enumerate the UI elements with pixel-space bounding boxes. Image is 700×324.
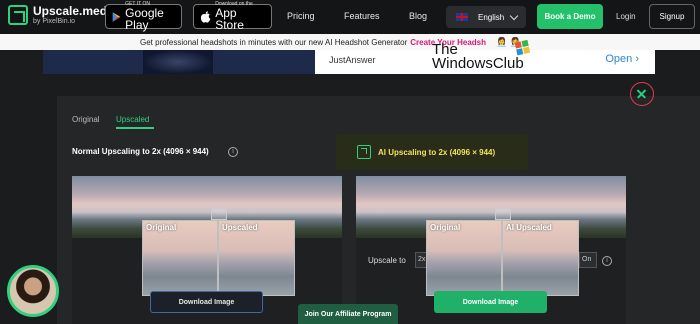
signup-button[interactable]: Signup (649, 4, 695, 29)
info-icon[interactable]: i (228, 147, 238, 157)
app-store-big: App Store (215, 6, 244, 32)
close-icon[interactable] (630, 82, 654, 106)
affiliate-program-button[interactable]: Join Our Affiliate Program (298, 304, 398, 324)
download-normal-button[interactable]: Download Image (150, 291, 263, 313)
enhance-toggle[interactable]: On (579, 252, 597, 268)
top-navbar: Upscale.media by PixelBin.io GET IT ON G… (0, 0, 700, 34)
tab-upscaled[interactable]: Upscaled (116, 115, 149, 124)
nav-blog[interactable]: Blog (409, 11, 427, 21)
login-link[interactable]: Login (616, 12, 636, 21)
compare-ai-upscaled-pane: AI Upscaled (502, 220, 579, 296)
nav-features[interactable]: Features (344, 11, 380, 21)
ad-open-button[interactable]: Open › (605, 53, 639, 65)
active-tab-indicator (116, 127, 154, 129)
compare-original-pane: Original (142, 220, 218, 296)
uk-flag-icon (456, 13, 468, 21)
upscale-logo-icon (8, 5, 28, 25)
ai-upscale-icon (357, 145, 371, 159)
google-play-big: Google Play (125, 6, 164, 32)
chevron-down-icon (509, 11, 519, 21)
compare-upscaled-label: Upscaled (222, 223, 258, 232)
compare-original-pane: Original (426, 220, 502, 296)
compare-handle[interactable] (495, 208, 511, 220)
app-store-button[interactable]: Download on the App Store (193, 2, 272, 32)
google-play-icon (112, 11, 121, 22)
nav-pricing[interactable]: Pricing (287, 11, 315, 21)
compare-handle[interactable] (211, 208, 227, 220)
chat-avatar[interactable] (7, 265, 59, 317)
language-select[interactable]: English (446, 6, 526, 28)
tab-original[interactable]: Original (72, 115, 100, 124)
compare-ai-upscaled-label: AI Upscaled (506, 223, 552, 232)
promo-text: Get professional headshots in minutes wi… (140, 37, 408, 47)
compare-original-label: Original (430, 223, 461, 232)
compare-original-label: Original (146, 223, 177, 232)
book-demo-button[interactable]: Book a Demo (537, 4, 603, 29)
google-play-button[interactable]: GET IT ON Google Play (105, 2, 182, 32)
watermark: The WindowsClub (432, 41, 524, 72)
info-icon[interactable]: i (602, 256, 612, 266)
ad-sponsor: JustAnswer (329, 55, 376, 65)
compare-upscaled-pane: Upscaled (218, 220, 295, 296)
language-label: English (478, 12, 505, 22)
windows-logo-icon (514, 39, 532, 57)
promo-banner[interactable]: Get professional headshots in minutes wi… (0, 34, 700, 50)
download-ai-button[interactable]: Download Image (434, 291, 547, 313)
ad-photo-strip (43, 50, 315, 74)
normal-upscaling-label: Normal Upscaling to 2x (4096 × 944) (72, 147, 209, 156)
apple-icon (200, 10, 211, 23)
ai-upscaling-label: AI Upscaling to 2x (4096 × 944) (378, 148, 496, 157)
brand-logo[interactable]: Upscale.media by PixelBin.io (8, 5, 117, 25)
upscale-to-label: Upscale to (368, 256, 406, 265)
